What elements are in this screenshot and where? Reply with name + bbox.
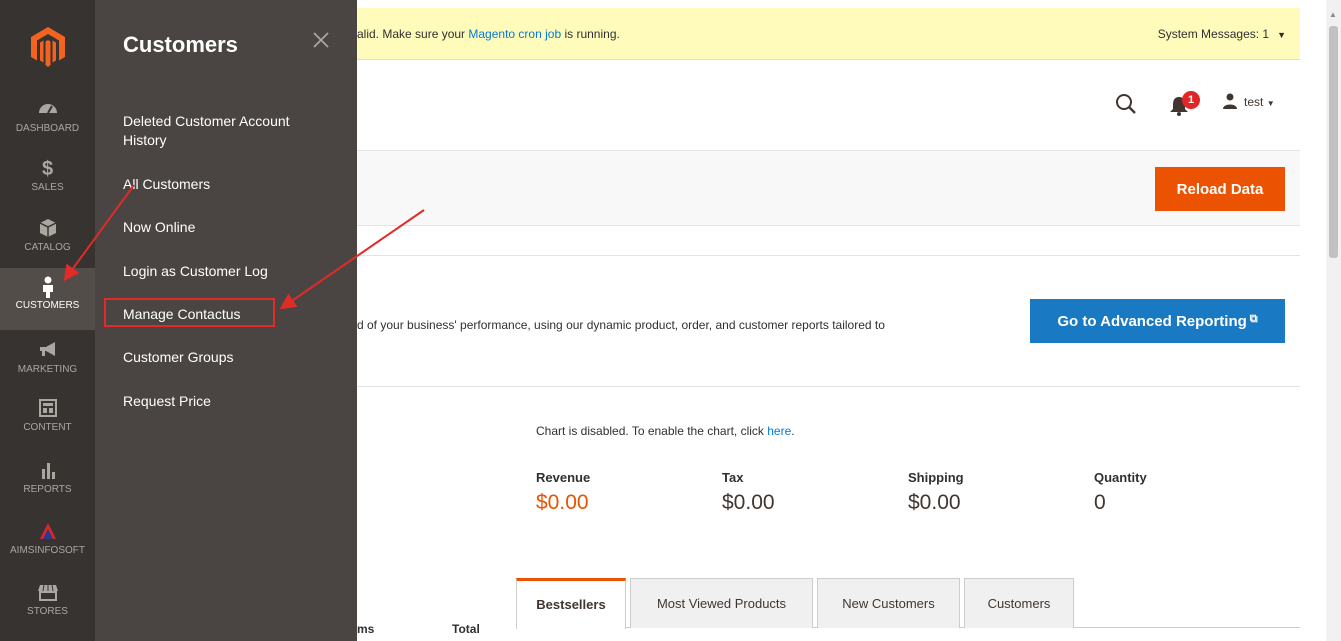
scroll-up-arrow-icon[interactable]: ▲ [1329, 10, 1337, 19]
magento-logo-icon[interactable] [28, 25, 68, 69]
menu-item-login-as-customer-log[interactable]: Login as Customer Log [123, 262, 333, 281]
user-icon [1223, 93, 1237, 109]
nav-item-catalog[interactable]: CATALOG [0, 218, 95, 268]
search-icon[interactable] [1114, 92, 1138, 116]
nav-item-content[interactable]: CONTENT [0, 398, 95, 448]
revenue-label: Revenue [536, 470, 591, 485]
divider [357, 386, 1300, 387]
person-icon [0, 276, 95, 298]
column-header-items: ms [357, 622, 375, 636]
tax-label: Tax [722, 470, 744, 485]
cron-job-link[interactable]: Magento cron job [468, 27, 561, 41]
shipping-label: Shipping [908, 470, 964, 485]
column-header-total: Total [452, 622, 480, 636]
nav-label: CONTENT [23, 422, 72, 433]
nav-item-sales[interactable]: $ SALES [0, 158, 95, 208]
dashboard-icon [0, 99, 95, 121]
user-account-menu[interactable]: test ▼ [1222, 93, 1275, 109]
scrollbar-thumb[interactable] [1329, 26, 1338, 258]
highlight-box-manage-contactus [104, 298, 275, 327]
nav-label: REPORTS [23, 484, 72, 495]
page-scrollbar[interactable]: ▲ [1326, 0, 1341, 641]
nav-item-stores[interactable]: STORES [0, 582, 95, 632]
nav-item-dashboard[interactable]: DASHBOARD [0, 99, 95, 149]
advanced-reporting-text: d of your business' performance, using o… [357, 318, 885, 332]
tab-bestsellers[interactable]: Bestsellers [516, 578, 626, 629]
store-icon [0, 582, 95, 604]
system-message-text: alid. Make sure your Magento cron job is… [357, 27, 620, 41]
menu-item-deleted-customer-history[interactable]: Deleted Customer Account History [123, 112, 333, 150]
notification-count-badge: 1 [1182, 91, 1200, 109]
nav-label: MARKETING [17, 364, 78, 375]
megaphone-icon [0, 340, 95, 362]
nav-item-aimsinfosoft[interactable]: AIMSINFOSOFT [0, 521, 95, 571]
menu-item-customer-groups[interactable]: Customer Groups [123, 348, 333, 367]
quantity-label: Quantity [1094, 470, 1147, 485]
menu-item-request-price[interactable]: Request Price [123, 392, 333, 411]
nav-label: DASHBOARD [15, 123, 80, 134]
tab-most-viewed-products[interactable]: Most Viewed Products [630, 578, 813, 628]
shipping-value: $0.00 [908, 491, 961, 514]
admin-sidebar: DASHBOARD $ SALES CATALOG CUSTOMERS MARK… [0, 0, 95, 641]
advanced-reporting-button[interactable]: Go to Advanced Reporting ⧉ [1030, 299, 1285, 343]
notifications-button[interactable]: 1 [1168, 91, 1202, 117]
caret-down-icon: ▼ [1277, 30, 1286, 40]
system-message-bar: alid. Make sure your Magento cron job is… [357, 8, 1300, 60]
system-messages-dropdown[interactable]: System Messages: 1 ▼ [1158, 27, 1286, 41]
layout-icon [0, 398, 95, 420]
close-icon[interactable] [311, 30, 331, 50]
revenue-value: $0.00 [536, 491, 589, 514]
enable-chart-link[interactable]: here [767, 424, 791, 438]
caret-down-icon: ▼ [1266, 99, 1275, 108]
flyout-title: Customers [123, 32, 238, 57]
quantity-value: 0 [1094, 491, 1106, 514]
nav-label: AIMSINFOSOFT [10, 545, 85, 556]
external-link-icon: ⧉ [1249, 312, 1258, 325]
menu-item-now-online[interactable]: Now Online [123, 218, 333, 237]
dollar-icon: $ [41, 158, 54, 180]
tab-new-customers[interactable]: New Customers [817, 578, 960, 628]
nav-label: STORES [27, 606, 68, 617]
aimsinfosoft-logo-icon [0, 521, 95, 543]
chart-disabled-note: Chart is disabled. To enable the chart, … [536, 424, 795, 438]
nav-label: CATALOG [24, 242, 71, 253]
nav-label: SALES [31, 182, 64, 193]
box-icon [0, 218, 95, 240]
nav-label: CUSTOMERS [15, 300, 80, 311]
reload-data-button[interactable]: Reload Data [1155, 167, 1285, 211]
nav-item-reports[interactable]: REPORTS [0, 460, 95, 510]
nav-item-customers[interactable]: CUSTOMERS [0, 268, 95, 330]
divider [357, 255, 1300, 256]
tab-customers[interactable]: Customers [964, 578, 1074, 628]
tax-value: $0.00 [722, 491, 775, 514]
nav-item-marketing[interactable]: MARKETING [0, 340, 95, 390]
menu-item-all-customers[interactable]: All Customers [123, 175, 333, 194]
bar-chart-icon [0, 460, 95, 482]
